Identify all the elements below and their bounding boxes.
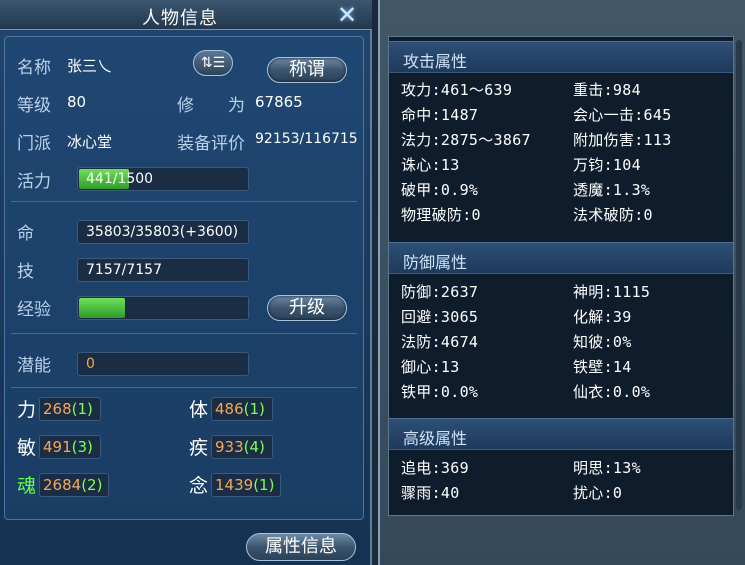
attr-value: 933 (215, 438, 244, 456)
attr-advanced-left-1: 骤雨:40 (401, 484, 460, 502)
attr-label-agility: 敏 (17, 437, 37, 459)
close-icon[interactable]: ✕ (334, 2, 360, 28)
attribute-info-button[interactable]: 属性信息 (246, 533, 356, 561)
attr-value: 2684 (43, 476, 82, 494)
attr-attack-left-2: 法力:2875～3867 (401, 131, 531, 149)
attr-defense-right-2: 知彼:0% (573, 333, 632, 351)
attr-attack-right-2: 附加伤害:113 (573, 131, 672, 149)
equip-rating-label: 装备评价 (177, 134, 245, 154)
attribute-list[interactable]: 攻击属性 攻力:461～639 命中:1487 法力:2875～3867 诛心:13 破… (388, 36, 734, 516)
attr-bonus: (4) (243, 438, 265, 456)
attr-value: 268 (43, 400, 72, 418)
attr-soul: 2684(2) (39, 473, 109, 497)
level-value: 80 (67, 93, 87, 111)
window-title: 人物信息 (142, 8, 218, 29)
attr-attack-left-3: 诛心:13 (401, 156, 460, 174)
potential-label: 潜能 (17, 356, 51, 376)
attr-attack-right-3: 万钧:104 (573, 156, 641, 174)
advanced-section-title: 高级属性 (403, 429, 468, 448)
attr-defense-left-0: 防御:2637 (401, 283, 479, 301)
attr-attack-left-1: 命中:1487 (401, 106, 479, 124)
attr-mind: 1439(1) (211, 473, 281, 497)
scrollbar[interactable] (736, 40, 742, 510)
attr-attack-left-0: 攻力:461～639 (401, 81, 513, 99)
attr-bonus: (1) (71, 400, 93, 418)
cultivation-value: 67865 (255, 93, 303, 111)
attr-defense-left-1: 回避:3065 (401, 308, 479, 326)
attack-section-header: 攻击属性 (389, 41, 733, 73)
skill-label: 技 (17, 262, 34, 282)
attr-strength: 268(1) (39, 397, 101, 421)
attr-attack-right-1: 会心一击:645 (573, 106, 672, 124)
skill-value: 7157/7157 (86, 262, 162, 278)
exp-label: 经验 (17, 300, 51, 320)
attr-bonus: (3) (71, 438, 93, 456)
attr-label-speed: 疾 (189, 437, 209, 459)
sect-value: 冰心堂 (67, 133, 113, 151)
character-info-panel: 人物信息 ✕ 名称 张三乀 ⇅☰ 称谓 等级 80 修 为 67865 门派 冰… (0, 0, 372, 565)
hp-label: 命 (17, 224, 34, 244)
advanced-section-header: 高级属性 (389, 418, 733, 450)
attr-advanced-right-1: 扰心:0 (573, 484, 623, 502)
exp-bar-fill (79, 298, 125, 318)
cultivation-label: 修 为 (177, 96, 245, 116)
hp-value: 35803/35803(+3600) (86, 224, 239, 240)
attr-attack-right-4: 透魔:1.3% (573, 181, 651, 199)
name-label: 名称 (17, 58, 51, 78)
vitality-label: 活力 (17, 172, 51, 192)
attack-section-title: 攻击属性 (403, 52, 468, 71)
attr-attack-right-0: 重击:984 (573, 81, 641, 99)
attr-defense-left-3: 御心:13 (401, 358, 460, 376)
divider (11, 333, 357, 334)
attr-defense-right-1: 化解:39 (573, 308, 632, 326)
attr-label-strength: 力 (17, 399, 37, 421)
attr-value: 491 (43, 438, 72, 456)
name-value: 张三乀 (67, 57, 113, 75)
character-stats-frame: 名称 张三乀 ⇅☰ 称谓 等级 80 修 为 67865 门派 冰心堂 装备评价… (4, 36, 364, 520)
attr-label-mind: 念 (189, 475, 209, 497)
attr-bonus: (1) (253, 476, 275, 494)
attr-bonus: (2) (81, 476, 103, 494)
defense-section-title: 防御属性 (403, 253, 468, 272)
equip-rating-value: 92153/116715 (255, 131, 358, 147)
attr-attack-left-4: 破甲:0.9% (401, 181, 479, 199)
attr-value: 486 (215, 400, 244, 418)
toggle-icon-button[interactable]: ⇅☰ (193, 50, 233, 76)
potential-value: 0 (86, 356, 95, 372)
exp-bar (77, 296, 249, 320)
vitality-bar: 441/1500 (77, 167, 249, 191)
attribute-detail-panel: 攻击属性 攻力:461～639 命中:1487 法力:2875～3867 诛心:13 破… (378, 0, 745, 565)
upgrade-button[interactable]: 升级 (267, 295, 347, 321)
skill-field: 7157/7157 (77, 258, 249, 282)
attr-constitution: 486(1) (211, 397, 273, 421)
potential-field: 0 (77, 352, 249, 376)
hp-field: 35803/35803(+3600) (77, 220, 249, 244)
attr-attack-right-5: 法术破防:0 (573, 206, 653, 224)
vitality-value: 441/1500 (86, 171, 154, 187)
attr-speed: 933(4) (211, 435, 273, 459)
attr-attack-left-5: 物理破防:0 (401, 206, 481, 224)
attr-advanced-right-0: 明思:13% (573, 459, 641, 477)
divider (11, 201, 357, 202)
attr-value: 1439 (215, 476, 254, 494)
title-button[interactable]: 称谓 (267, 57, 347, 83)
attr-defense-left-2: 法防:4674 (401, 333, 479, 351)
attr-advanced-left-0: 追电:369 (401, 459, 469, 477)
attr-defense-right-0: 神明:1115 (573, 283, 651, 301)
defense-section-header: 防御属性 (389, 242, 733, 274)
level-label: 等级 (17, 96, 51, 116)
attr-bonus: (1) (243, 400, 265, 418)
attr-label-soul: 魂 (17, 475, 37, 497)
attr-label-constitution: 体 (189, 399, 209, 421)
title-bar[interactable]: 人物信息 ✕ (0, 0, 372, 30)
attr-agility: 491(3) (39, 435, 101, 459)
sect-label: 门派 (17, 134, 51, 154)
attr-defense-right-4: 仙衣:0.0% (573, 383, 651, 401)
attr-defense-right-3: 铁壁:14 (573, 358, 632, 376)
divider (11, 387, 357, 388)
attr-defense-left-4: 铁甲:0.0% (401, 383, 479, 401)
